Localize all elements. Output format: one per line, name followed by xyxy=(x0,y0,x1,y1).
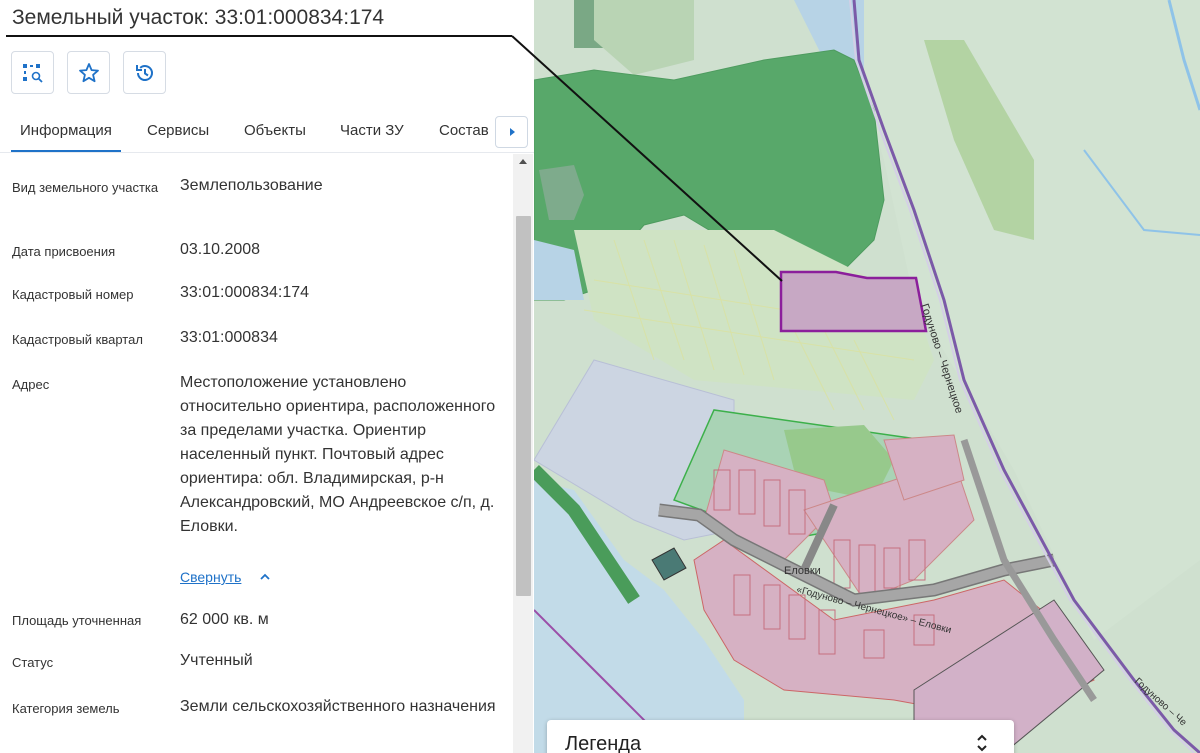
area-value: 62 000 кв. м xyxy=(180,611,269,628)
star-icon xyxy=(78,62,99,82)
cad-number-label: Кадастровый номер xyxy=(12,287,134,302)
area-search-icon xyxy=(22,63,43,83)
land-type-label: Вид земельного участка xyxy=(12,180,159,195)
info-panel: Земельный участок: 33:01:000834:174 Инфо… xyxy=(0,0,534,753)
address-value: Местоположение установлено относительно … xyxy=(180,374,496,535)
legend-label: Легенда xyxy=(565,733,642,753)
tabs-next-button[interactable] xyxy=(495,116,528,148)
favorite-button[interactable] xyxy=(67,51,110,94)
category-value: Земли сельскохозяйственного назначения xyxy=(180,698,496,715)
status-label: Статус xyxy=(12,655,54,670)
date-label: Дата присвоения xyxy=(12,244,116,259)
tab-objects[interactable]: Объекты xyxy=(244,122,306,139)
village-label: Еловки xyxy=(784,565,821,577)
cad-number-value: 33:01:000834:174 xyxy=(180,284,310,301)
expand-collapse-icon[interactable] xyxy=(975,732,989,753)
land-type-value: Землепользование xyxy=(180,177,323,194)
category-label: Категория земель xyxy=(12,701,120,716)
address-label: Адрес xyxy=(12,377,50,392)
title-underline xyxy=(6,35,512,37)
tab-information[interactable]: Информация xyxy=(11,122,121,152)
info-content: Вид земельного участка Землепользование … xyxy=(0,154,512,753)
legend-panel[interactable]: Легенда xyxy=(547,720,1014,753)
history-icon xyxy=(135,64,153,81)
caret-right-icon xyxy=(509,128,515,136)
date-value: 03.10.2008 xyxy=(180,241,261,258)
tab-services[interactable]: Сервисы xyxy=(147,122,209,139)
tab-bar: Информация Сервисы Объекты Части ЗУ Сост… xyxy=(0,110,534,153)
tab-composition[interactable]: Состав xyxy=(439,122,489,139)
collapse-link[interactable]: Свернуть xyxy=(180,569,241,585)
map-view[interactable]: Годуново – Чернецкое Еловки «Годуново – … xyxy=(534,0,1200,753)
scrollbar[interactable] xyxy=(513,154,533,753)
cad-quarter-label: Кадастровый квартал xyxy=(12,332,143,347)
chevron-up-icon[interactable] xyxy=(259,572,271,582)
tab-parts[interactable]: Части ЗУ xyxy=(340,122,404,139)
toolbar xyxy=(11,51,166,94)
scroll-thumb[interactable] xyxy=(516,216,531,596)
cad-quarter-value: 33:01:000834 xyxy=(180,329,278,346)
map-canvas[interactable]: Годуново – Чернецкое Еловки «Годуново – … xyxy=(534,0,1200,753)
area-label: Площадь уточненная xyxy=(12,613,142,628)
selected-parcel[interactable] xyxy=(779,270,928,333)
status-value: Учтенный xyxy=(180,652,253,669)
area-search-button[interactable] xyxy=(11,51,54,94)
page-title: Земельный участок: 33:01:000834:174 xyxy=(12,6,385,29)
history-button[interactable] xyxy=(123,51,166,94)
scroll-up-arrow[interactable] xyxy=(519,159,527,164)
